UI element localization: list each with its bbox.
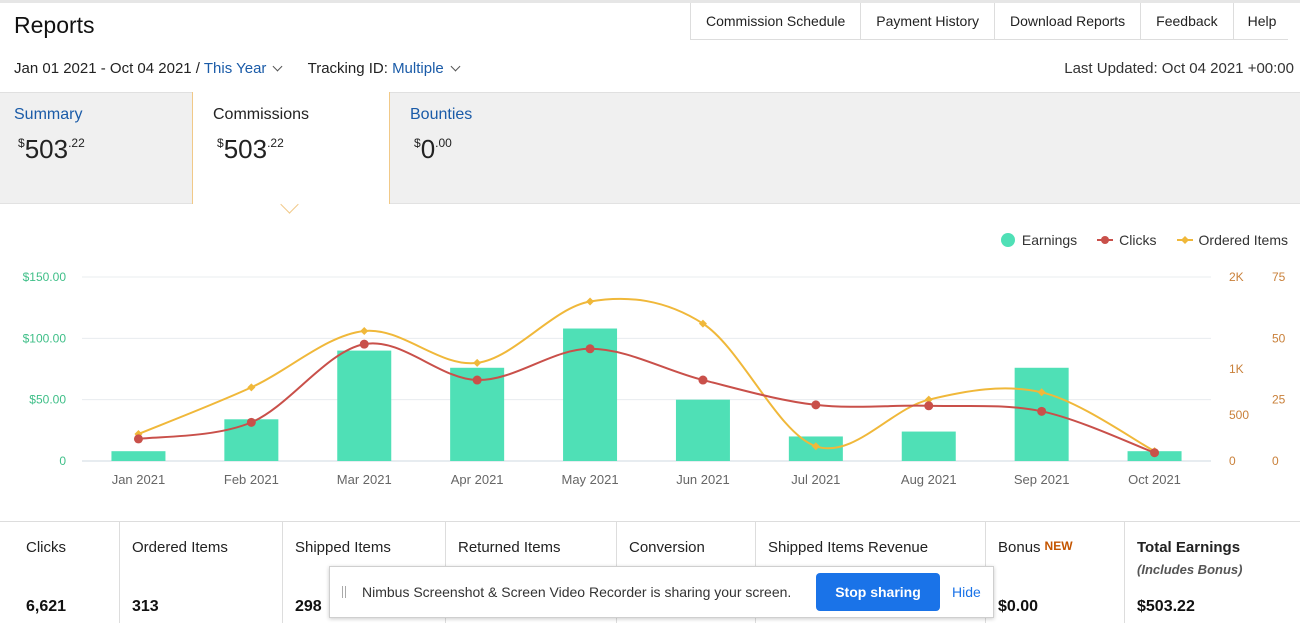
tab-commissions[interactable]: Commissions $503.22 <box>192 92 390 204</box>
earnings-bar <box>675 399 730 461</box>
share-message: Nimbus Screenshot & Screen Video Recorde… <box>362 584 792 600</box>
new-badge: NEW <box>1044 539 1073 553</box>
y-right2-tick-label: 75 <box>1272 270 1286 284</box>
clicks-point <box>133 434 143 444</box>
ordered-items-line <box>138 297 1156 453</box>
y-right2-tick-label: 25 <box>1272 393 1286 407</box>
nav-download-reports[interactable]: Download Reports <box>995 3 1142 39</box>
y-right1-tick-label: 2K <box>1229 270 1244 284</box>
stat-total-earnings: Total Earnings (Includes Bonus) $503.22 <box>1137 539 1243 615</box>
drag-handle-icon[interactable] <box>342 586 346 598</box>
x-tick-label: Mar 2021 <box>337 472 392 487</box>
x-tick-label: Apr 2021 <box>451 472 504 487</box>
page-title: Reports <box>14 12 95 38</box>
clicks-point <box>246 417 256 427</box>
ordered-items-point <box>586 297 595 306</box>
x-tick-label: Jun 2021 <box>676 472 730 487</box>
clicks-point <box>472 375 482 385</box>
x-tick-label: May 2021 <box>562 472 619 487</box>
tab-bounties[interactable]: Bounties $0.00 <box>410 92 590 204</box>
top-nav: Commission Schedule Payment History Down… <box>690 3 1289 40</box>
period-dropdown[interactable]: This Year <box>204 60 267 77</box>
x-tick-label: Feb 2021 <box>224 472 279 487</box>
earnings-bar <box>901 431 956 461</box>
y-right1-tick-label: 0 <box>1229 454 1236 468</box>
stat-bonus: Bonus NEW $0.00 <box>986 522 1125 623</box>
clicks-point <box>359 339 369 349</box>
date-range: Jan 01 2021 - Oct 04 2021 / <box>14 60 200 77</box>
clicks-line <box>138 342 1155 454</box>
chevron-down-icon[interactable] <box>450 61 461 72</box>
tab-bounties-value: $0.00 <box>414 134 452 164</box>
ordered-items-point <box>473 358 482 367</box>
earnings-bar <box>111 451 166 461</box>
y-right2-tick-label: 50 <box>1272 331 1286 345</box>
nav-feedback[interactable]: Feedback <box>1141 3 1234 39</box>
y-right2-tick-label: 0 <box>1272 454 1279 468</box>
stop-sharing-button[interactable]: Stop sharing <box>816 573 940 611</box>
clicks-point <box>924 401 934 411</box>
filter-row: Jan 01 2021 - Oct 04 2021 / This Year Tr… <box>14 60 465 77</box>
y-right1-tick-label: 1K <box>1229 362 1244 376</box>
hide-link[interactable]: Hide <box>952 584 981 600</box>
stat-ordered-items: Ordered Items 313 <box>120 522 283 623</box>
clicks-point <box>1037 406 1047 416</box>
x-tick-label: Sep 2021 <box>1014 472 1070 487</box>
screen-share-bar: Nimbus Screenshot & Screen Video Recorde… <box>329 566 994 618</box>
tab-summary-label[interactable]: Summary <box>14 106 82 124</box>
tracking-label: Tracking ID: <box>307 60 388 77</box>
tab-commissions-label[interactable]: Commissions <box>213 106 309 124</box>
earnings-bar <box>337 350 392 461</box>
y-left-tick-label: $50.00 <box>29 393 66 407</box>
tab-bounties-label[interactable]: Bounties <box>410 106 472 124</box>
clicks-point <box>585 344 595 354</box>
earnings-chart: 0 $50.00 $100.00 $150.00 0 500 1K 2K 0 25 50 75 Jan … <box>23 270 1286 487</box>
tracking-dropdown[interactable]: Multiple <box>392 60 444 77</box>
last-updated: Last Updated: Oct 04 2021 +00:00 <box>1064 60 1294 77</box>
y-left-tick-label: $150.00 <box>23 270 67 284</box>
clicks-point <box>1150 448 1160 458</box>
tab-summary-value: $503.22 <box>18 134 85 164</box>
tab-commissions-value: $503.22 <box>217 134 284 164</box>
tab-summary[interactable]: Summary $503.22 <box>14 92 192 204</box>
nav-commission-schedule[interactable]: Commission Schedule <box>691 3 862 39</box>
ordered-items-point <box>360 326 369 335</box>
chevron-down-icon[interactable] <box>272 61 283 72</box>
nav-help[interactable]: Help <box>1234 3 1289 39</box>
y-right1-tick-label: 500 <box>1229 408 1249 422</box>
x-tick-label: Oct 2021 <box>1128 472 1181 487</box>
x-tick-label: Aug 2021 <box>901 472 957 487</box>
stat-clicks: Clicks 6,621 <box>14 522 120 623</box>
y-left-tick-label: 0 <box>59 454 66 468</box>
x-tick-label: Jul 2021 <box>791 472 840 487</box>
ordered-items-point <box>247 383 256 392</box>
y-left-tick-label: $100.00 <box>23 331 67 345</box>
clicks-point <box>698 375 708 385</box>
x-tick-label: Jan 2021 <box>112 472 166 487</box>
clicks-point <box>811 400 821 410</box>
nav-payment-history[interactable]: Payment History <box>861 3 995 39</box>
